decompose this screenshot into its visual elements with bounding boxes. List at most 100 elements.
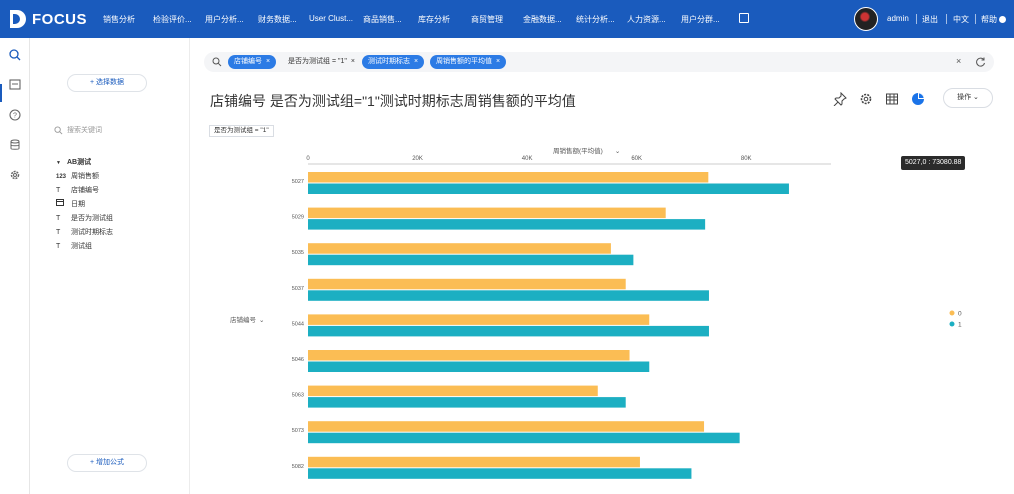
bar <box>308 314 650 325</box>
y-axis-title: 店铺编号 <box>230 315 257 324</box>
bar <box>308 456 640 468</box>
nav-item[interactable]: 人力资源... <box>627 14 666 25</box>
edit-icon[interactable] <box>739 13 749 23</box>
search-chip[interactable]: 周销售额的平均值 × <box>430 55 507 69</box>
search-chip[interactable]: 是否为测试组 = "1" × <box>282 55 361 69</box>
bar <box>308 219 706 230</box>
search-chip[interactable]: 店铺编号 × <box>228 55 277 69</box>
logout-link[interactable]: 退出 <box>922 14 938 25</box>
field-label: 测试组 <box>71 243 92 250</box>
field-item[interactable]: T 店铺编号 <box>56 184 113 198</box>
applied-filter-tag[interactable]: 是否为测试组 = "1" <box>209 125 274 137</box>
x-tick-label: 80K <box>741 156 752 162</box>
logo-text: FOCUS <box>32 10 87 28</box>
bar <box>308 254 634 266</box>
bar-chart: 周销售额(平均值) ⌄0 20K 40K 60K 80K店铺编号 ⌄502750295035… <box>230 146 962 479</box>
field-label: 日期 <box>71 201 85 208</box>
help-circle-icon[interactable]: ? <box>8 108 22 122</box>
y-tick-label: 5044 <box>292 321 304 327</box>
bar <box>308 385 598 397</box>
bar <box>308 432 740 444</box>
nav-item[interactable]: 用户分析... <box>205 14 244 25</box>
chip-label: 是否为测试组 = "1" <box>288 58 347 65</box>
x-tick-label: 20K <box>412 156 423 162</box>
divider <box>975 14 976 24</box>
text-type-icon: T <box>56 187 61 194</box>
nav-item[interactable]: 检验评价... <box>153 14 192 25</box>
operations-button[interactable]: 操作 ⌄ <box>943 88 993 108</box>
chip-remove-icon[interactable]: × <box>351 58 355 65</box>
nav-item[interactable]: 金融数据... <box>523 14 562 25</box>
nav-item[interactable]: User Clust... <box>309 14 353 23</box>
chart-toolbar <box>832 90 936 108</box>
chip-label: 测试时期标志 <box>368 58 410 65</box>
select-data-button[interactable]: + 选择数据 <box>67 74 147 92</box>
settings-icon[interactable] <box>858 91 874 107</box>
bar <box>308 350 630 361</box>
search-icon <box>212 57 222 67</box>
group-label: AB测试 <box>66 159 92 166</box>
database-icon[interactable] <box>8 138 22 152</box>
search-chip[interactable]: 测试时期标志 × <box>362 55 425 69</box>
nav-item[interactable]: 商品销售... <box>363 14 402 25</box>
field-item[interactable]: 日期 <box>56 198 113 212</box>
avatar[interactable] <box>854 7 878 31</box>
refresh-icon[interactable] <box>976 57 986 67</box>
tree-group[interactable]: ▼ AB测试 <box>56 156 113 170</box>
language-switch[interactable]: 中文 <box>953 14 969 25</box>
bar <box>308 325 709 337</box>
help-dropdown-icon <box>999 16 1006 24</box>
nav-item[interactable]: 库存分析 <box>418 14 450 25</box>
nav-item[interactable]: 财务数据... <box>258 14 297 25</box>
bar <box>308 207 666 219</box>
field-item[interactable]: T 是否为测试组 <box>56 212 113 226</box>
field-search-input[interactable]: 搜索关键词 <box>54 122 174 138</box>
add-formula-button[interactable]: + 增加公式 <box>67 454 147 472</box>
y-tick-label: 5073 <box>292 428 304 434</box>
y-tick-label: 5027 <box>292 179 304 185</box>
legend-label: 1 <box>958 322 962 329</box>
nav-item[interactable]: 用户分群... <box>681 14 720 25</box>
x-tick-label: 0 <box>306 156 310 162</box>
username[interactable]: admin <box>887 14 909 23</box>
chip-remove-icon[interactable]: × <box>496 58 500 65</box>
field-item[interactable]: T 测试组 <box>56 240 113 254</box>
x-tick-label: 60K <box>631 156 642 162</box>
search-bar[interactable]: 店铺编号 × 是否为测试组 = "1" × 测试时期标志 × 周销售额的平均值 × × <box>204 52 994 72</box>
bar <box>308 172 709 183</box>
y-tick-label: 5046 <box>292 357 304 363</box>
chip-label: 店铺编号 <box>234 58 262 65</box>
chip-remove-icon[interactable]: × <box>266 58 270 65</box>
field-item[interactable]: 123 周销售额 <box>56 170 113 184</box>
bar <box>308 278 626 290</box>
nav-item[interactable]: 销售分析 <box>103 14 135 25</box>
field-label: 是否为测试组 <box>71 215 113 222</box>
clear-icon[interactable]: × <box>956 56 961 66</box>
help-label: 帮助 <box>981 15 997 24</box>
top-navigation-bar: FOCUS 销售分析 检验评价... 用户分析... 财务数据... User Clus… <box>0 0 1014 38</box>
x-tick-label: 40K <box>522 156 533 162</box>
field-label: 店铺编号 <box>71 187 99 194</box>
pin-icon[interactable] <box>832 91 848 107</box>
bar <box>308 421 705 432</box>
focus-logo[interactable]: FOCUS <box>10 8 87 30</box>
chip-remove-icon[interactable]: × <box>414 58 418 65</box>
table-icon[interactable] <box>884 91 900 107</box>
board-icon[interactable] <box>8 78 22 92</box>
gear-icon[interactable] <box>8 168 22 182</box>
nav-item[interactable]: 统计分析... <box>576 14 615 25</box>
collapse-icon: ▼ <box>56 160 61 166</box>
field-item[interactable]: T 测试时期标志 <box>56 226 113 240</box>
search-icon <box>54 125 63 134</box>
help-link[interactable]: 帮助 <box>981 14 1006 25</box>
text-type-icon: T <box>56 229 61 236</box>
search-icon[interactable] <box>8 48 22 62</box>
divider <box>916 14 917 24</box>
pie-chart-icon[interactable] <box>910 91 926 107</box>
data-panel: + 选择数据 搜索关键词 ▼ AB测试 123 周销售额 T 店铺编号 日期 T 是否为测试… <box>30 38 190 494</box>
nav-item[interactable]: 商贸管理 <box>471 14 503 25</box>
operations-label: 操作 <box>957 94 972 101</box>
bar <box>308 361 650 372</box>
chevron-down-icon: ⌄ <box>259 317 264 324</box>
bar <box>308 183 789 194</box>
